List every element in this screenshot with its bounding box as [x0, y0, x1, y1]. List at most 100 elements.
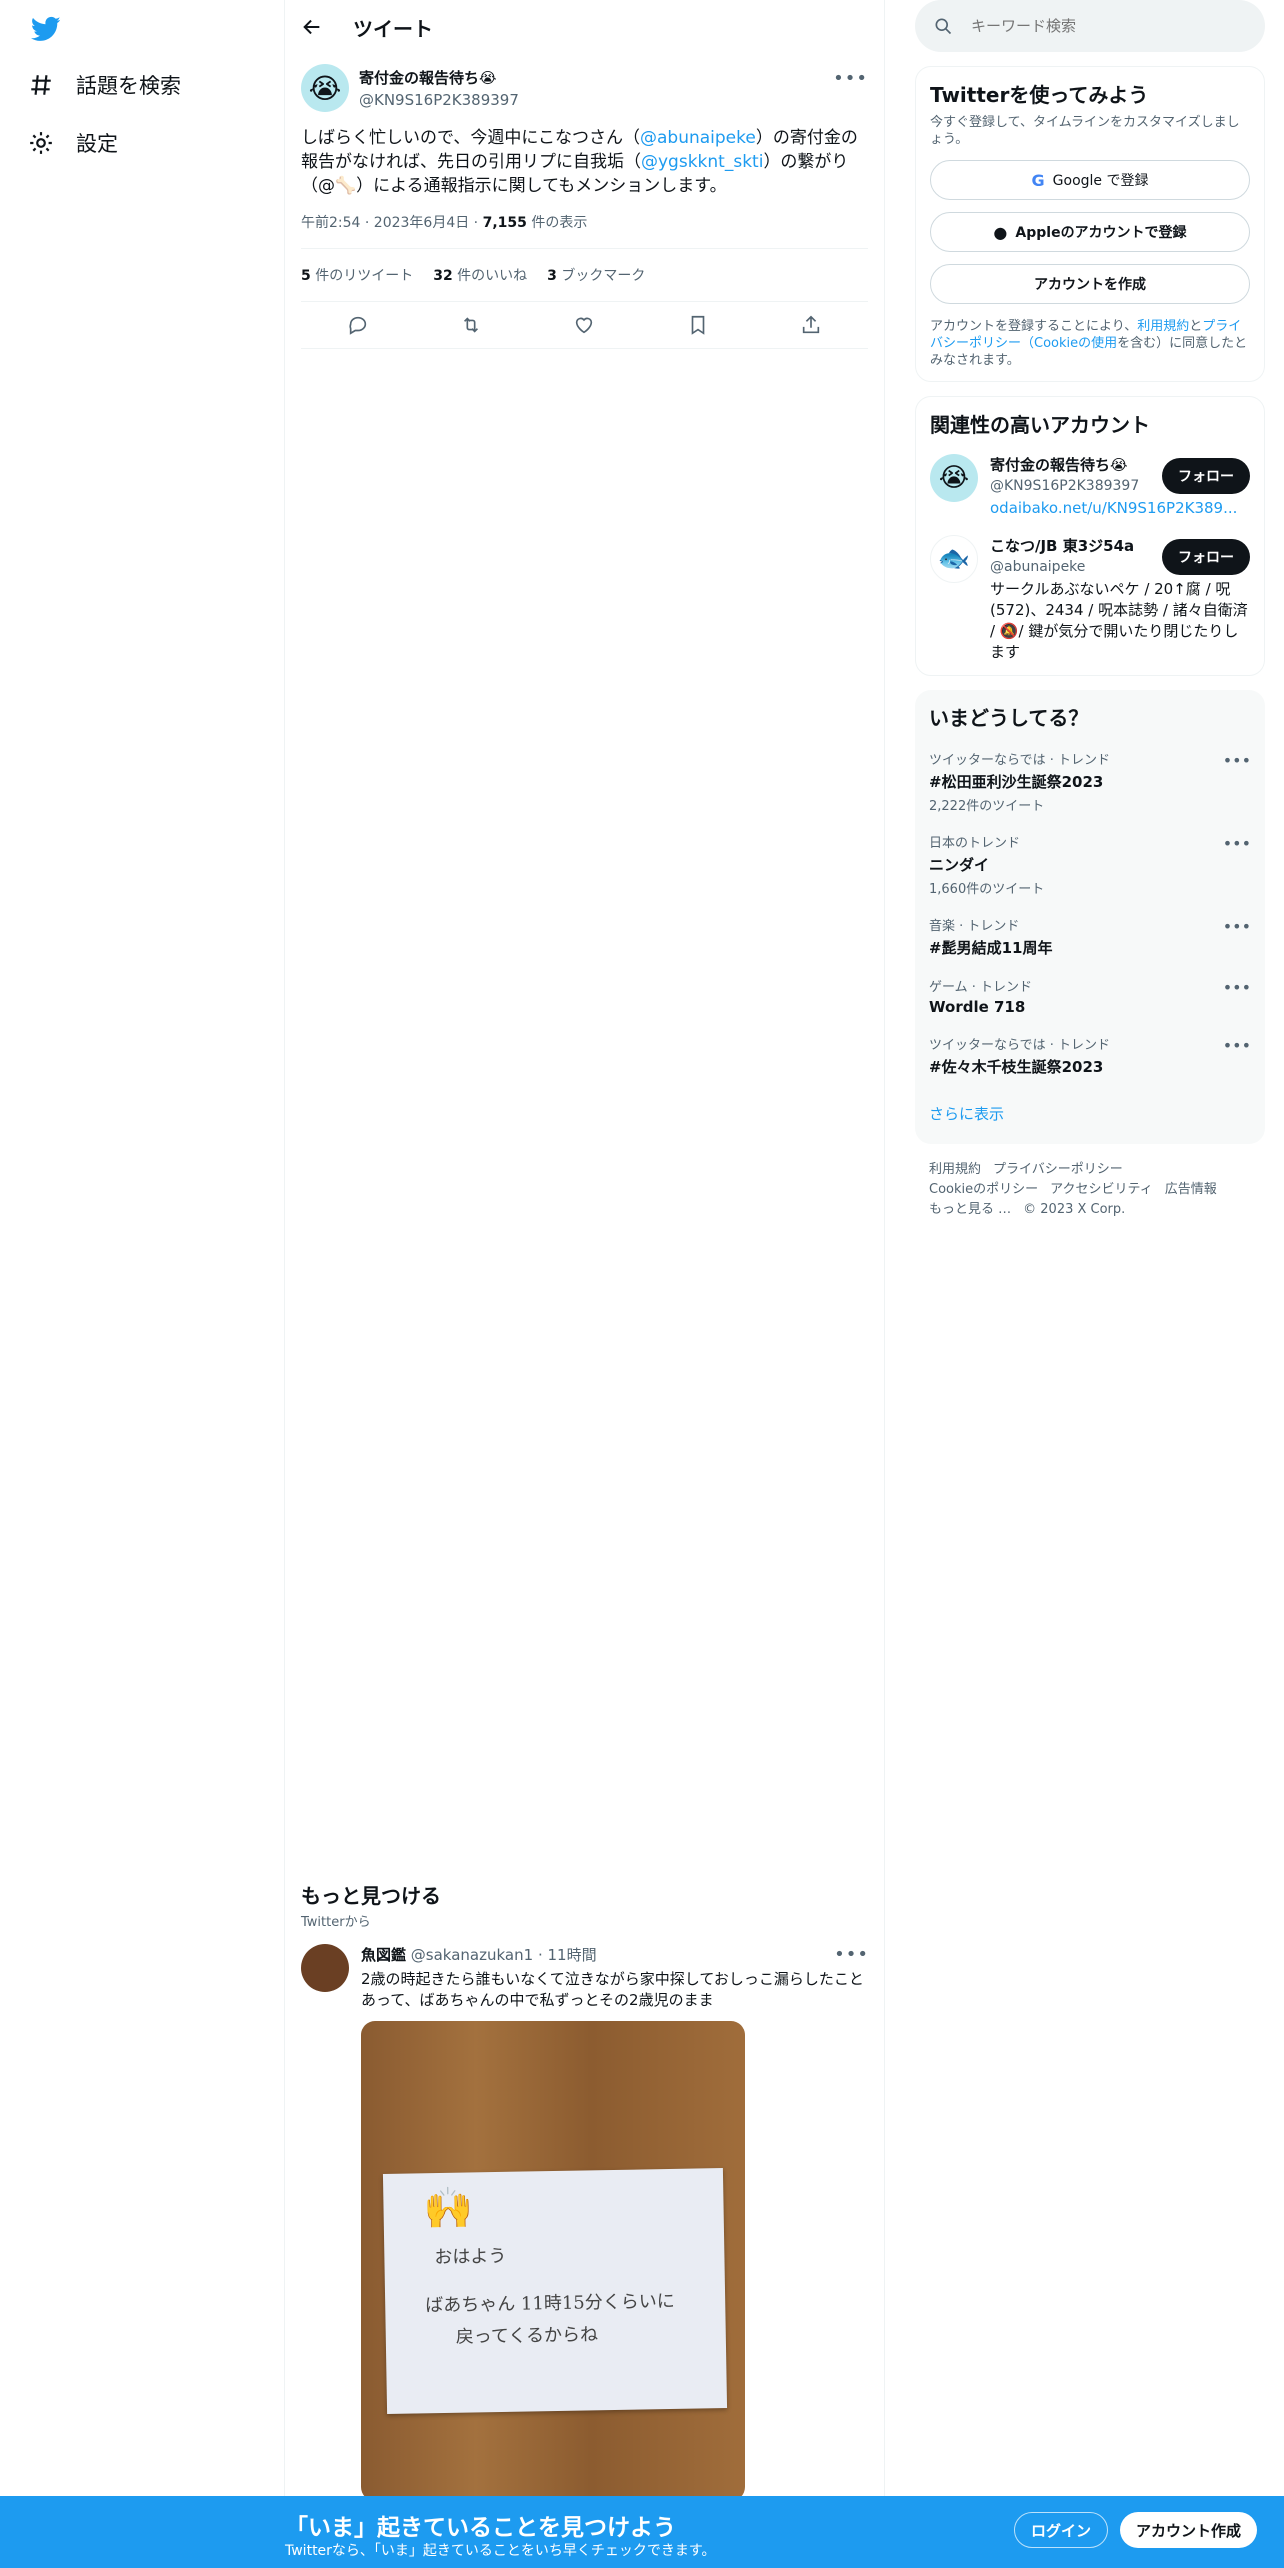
more-options-icon[interactable]: •••: [833, 68, 868, 89]
rec-author-handle[interactable]: @sakanazukan1: [411, 1946, 533, 1964]
twitter-logo-icon[interactable]: [28, 14, 64, 44]
discover-subtitle: Twitterから: [301, 1915, 371, 1930]
mention-link[interactable]: @abunaipeke: [640, 128, 756, 148]
trend-name: #松田亜利沙生誕祭2023: [929, 773, 1104, 791]
banner-subtitle: Twitterなら、「いま」起きていることをいち早くチェックできます。: [285, 2543, 716, 2559]
related-account[interactable]: 🐟 こなつ/JB 東3ジ54a @abunaipeke サークルあぶないペケ /…: [930, 535, 1250, 663]
more-options-icon[interactable]: •••: [1223, 1036, 1251, 1055]
author-handle[interactable]: @KN9S16P2K389397: [359, 91, 519, 109]
note-line: おはよう: [434, 2245, 507, 2269]
retweets-count: 5: [301, 268, 311, 284]
nav-settings[interactable]: 設定: [28, 128, 118, 158]
signup-button[interactable]: アカウント作成: [1120, 2512, 1258, 2548]
signup-card: Twitterを使ってみよう 今すぐ登録して、タイムラインをカスタマイズしましょ…: [915, 66, 1265, 382]
more-options-icon[interactable]: •••: [1223, 751, 1251, 770]
bookmarks-stat[interactable]: 3 ブックマーク: [547, 265, 645, 285]
signup-title: Twitterを使ってみよう: [930, 83, 1149, 107]
tweet-detail: 😭 寄付金の報告待ち😭 @KN9S16P2K389397 ••• しばらく忙しい…: [285, 54, 884, 349]
signup-banner: 「いま」起きていることを見つけよう Twitterなら、「いま」起きていることを…: [0, 2496, 1284, 2568]
retweets-stat[interactable]: 5 件のリツイート: [301, 265, 413, 285]
page-title: ツイート: [353, 16, 433, 41]
more-options-icon[interactable]: •••: [1223, 978, 1251, 997]
bookmarks-label: ブックマーク: [556, 268, 646, 284]
more-options-icon[interactable]: •••: [1223, 917, 1251, 936]
apple-signup-button[interactable]: ● Appleのアカウントで登録: [930, 212, 1250, 252]
related-account[interactable]: 😭 寄付金の報告待ち😭 @KN9S16P2K389397 odaibako.ne…: [930, 454, 1250, 519]
footer-link[interactable]: プライバシーポリシー: [993, 1162, 1123, 1177]
trend-item[interactable]: ツイッターならでは · トレンド #松田亜利沙生誕祭2023 2,222件のツイ…: [929, 749, 1251, 814]
discover-more-section: もっと見つける Twitterから 魚図鑑 @sakanazukan1 · 11…: [285, 1880, 885, 2501]
recommended-tweet[interactable]: 魚図鑑 @sakanazukan1 · 11時間 2歳の時起きたら誰もいなくて泣…: [285, 1930, 885, 2501]
terms-link[interactable]: 利用規約: [1137, 319, 1189, 334]
google-signup-button[interactable]: G Google で登録: [930, 160, 1250, 200]
note-line: 戻ってくるからね: [455, 2324, 599, 2348]
footer-link[interactable]: 広告情報: [1165, 1182, 1217, 1197]
trend-context: ツイッターならでは · トレンド: [929, 1038, 1111, 1053]
trend-context: 日本のトレンド: [929, 836, 1021, 851]
legal-text: と: [1189, 319, 1203, 334]
trend-item[interactable]: 日本のトレンド ニンダイ 1,660件のツイート •••: [929, 832, 1251, 897]
avatar[interactable]: 😭: [301, 64, 349, 112]
avatar[interactable]: 😭: [930, 454, 978, 502]
nav-explore[interactable]: 話題を検索: [28, 70, 181, 100]
trend-item[interactable]: 音楽 · トレンド #髭男結成11周年 •••: [929, 915, 1251, 958]
avatar[interactable]: [301, 1944, 349, 1992]
author-name[interactable]: 寄付金の報告待ち😭: [359, 67, 519, 88]
tweet-meta: 午前2:54 · 2023年6月4日 · 7,155 件の表示: [301, 212, 868, 249]
page-header: ツイート: [285, 0, 884, 54]
footer-links: 利用規約 プライバシーポリシー Cookieのポリシー アクセシビリティ 広告情報 も…: [915, 1160, 1265, 1220]
mention-link[interactable]: @ygskknt_skti: [641, 152, 763, 172]
footer-more-link[interactable]: もっと見る …: [929, 1202, 1011, 1217]
tweet-text-part: しばらく忙しいので、今週中にこなつさん（: [301, 128, 640, 148]
footer-link[interactable]: アクセシビリティ: [1050, 1182, 1153, 1197]
nav-settings-label: 設定: [76, 132, 118, 156]
copyright: © 2023 X Corp.: [1023, 1202, 1126, 1217]
footer-link[interactable]: Cookieのポリシー: [929, 1182, 1038, 1197]
rec-tweet-time[interactable]: · 11時間: [533, 1946, 597, 1964]
share-icon[interactable]: [800, 314, 822, 336]
retweet-icon[interactable]: [460, 314, 482, 336]
show-more-link[interactable]: さらに表示: [929, 1103, 1251, 1132]
trend-count: 1,660件のツイート: [929, 882, 1045, 897]
avatar[interactable]: 🐟: [930, 535, 978, 583]
trend-name: Wordle 718: [929, 998, 1026, 1016]
rec-tweet-header: 魚図鑑 @sakanazukan1 · 11時間: [361, 1944, 869, 1965]
hashtag-icon: [31, 75, 51, 95]
back-arrow-icon[interactable]: [301, 16, 323, 38]
trend-item[interactable]: ツイッターならでは · トレンド #佐々木千枝生誕祭2023 •••: [929, 1034, 1251, 1077]
likes-count: 32: [433, 268, 453, 284]
note-line: ばあちゃん 11時15分くらいに: [425, 2290, 675, 2317]
create-account-button[interactable]: アカウントを作成: [930, 264, 1250, 304]
tweet-time[interactable]: 午前2:54 · 2023年6月4日 ·: [301, 215, 483, 231]
follow-button[interactable]: フォロー: [1162, 458, 1250, 494]
reply-icon[interactable]: [347, 314, 369, 336]
trend-item[interactable]: ゲーム · トレンド Wordle 718 •••: [929, 976, 1251, 1016]
trend-context: ツイッターならでは · トレンド: [929, 753, 1111, 768]
tweet-text: しばらく忙しいので、今週中にこなつさん（@abunaipeke）の寄付金の報告が…: [301, 126, 868, 198]
login-button[interactable]: ログイン: [1014, 2512, 1109, 2548]
apple-signup-label: Appleのアカウントで登録: [1015, 225, 1187, 241]
footer-link[interactable]: 利用規約: [929, 1162, 981, 1177]
tweet-actions: [301, 302, 868, 349]
bookmark-icon[interactable]: [687, 314, 709, 336]
likes-label: 件のいいね: [452, 268, 528, 284]
more-options-icon[interactable]: •••: [1223, 834, 1251, 853]
rec-author-name[interactable]: 魚図鑑: [361, 1946, 406, 1964]
account-bio: サークルあぶないペケ / 20↑腐 / 呪(572)、2434 / 呪本誌勢 /…: [990, 580, 1248, 661]
likes-stat[interactable]: 32 件のいいね: [433, 265, 527, 285]
apple-icon: ●: [993, 222, 1008, 242]
account-bio-link[interactable]: odaibako.net/u/KN9S16P2K389...: [990, 498, 1237, 519]
like-icon[interactable]: [573, 314, 595, 336]
account-handle[interactable]: @KN9S16P2K389397: [990, 478, 1190, 494]
bookmarks-count: 3: [547, 268, 557, 284]
trend-context: 音楽 · トレンド: [929, 919, 1020, 934]
more-options-icon[interactable]: •••: [834, 1944, 869, 1965]
rec-tweet-image[interactable]: 🙌 おはよう ばあちゃん 11時15分くらいに 戻ってくるからね: [361, 2021, 745, 2501]
follow-button[interactable]: フォロー: [1162, 539, 1250, 575]
google-signup-label: Google で登録: [1052, 173, 1149, 189]
account-name[interactable]: 寄付金の報告待ち😭: [990, 454, 1190, 475]
search-input[interactable]: [971, 17, 1231, 35]
raised-hands-icon: 🙌: [423, 2185, 474, 2233]
search-bar[interactable]: [915, 0, 1265, 52]
banner-title: 「いま」起きていることを見つけよう: [285, 2515, 676, 2541]
